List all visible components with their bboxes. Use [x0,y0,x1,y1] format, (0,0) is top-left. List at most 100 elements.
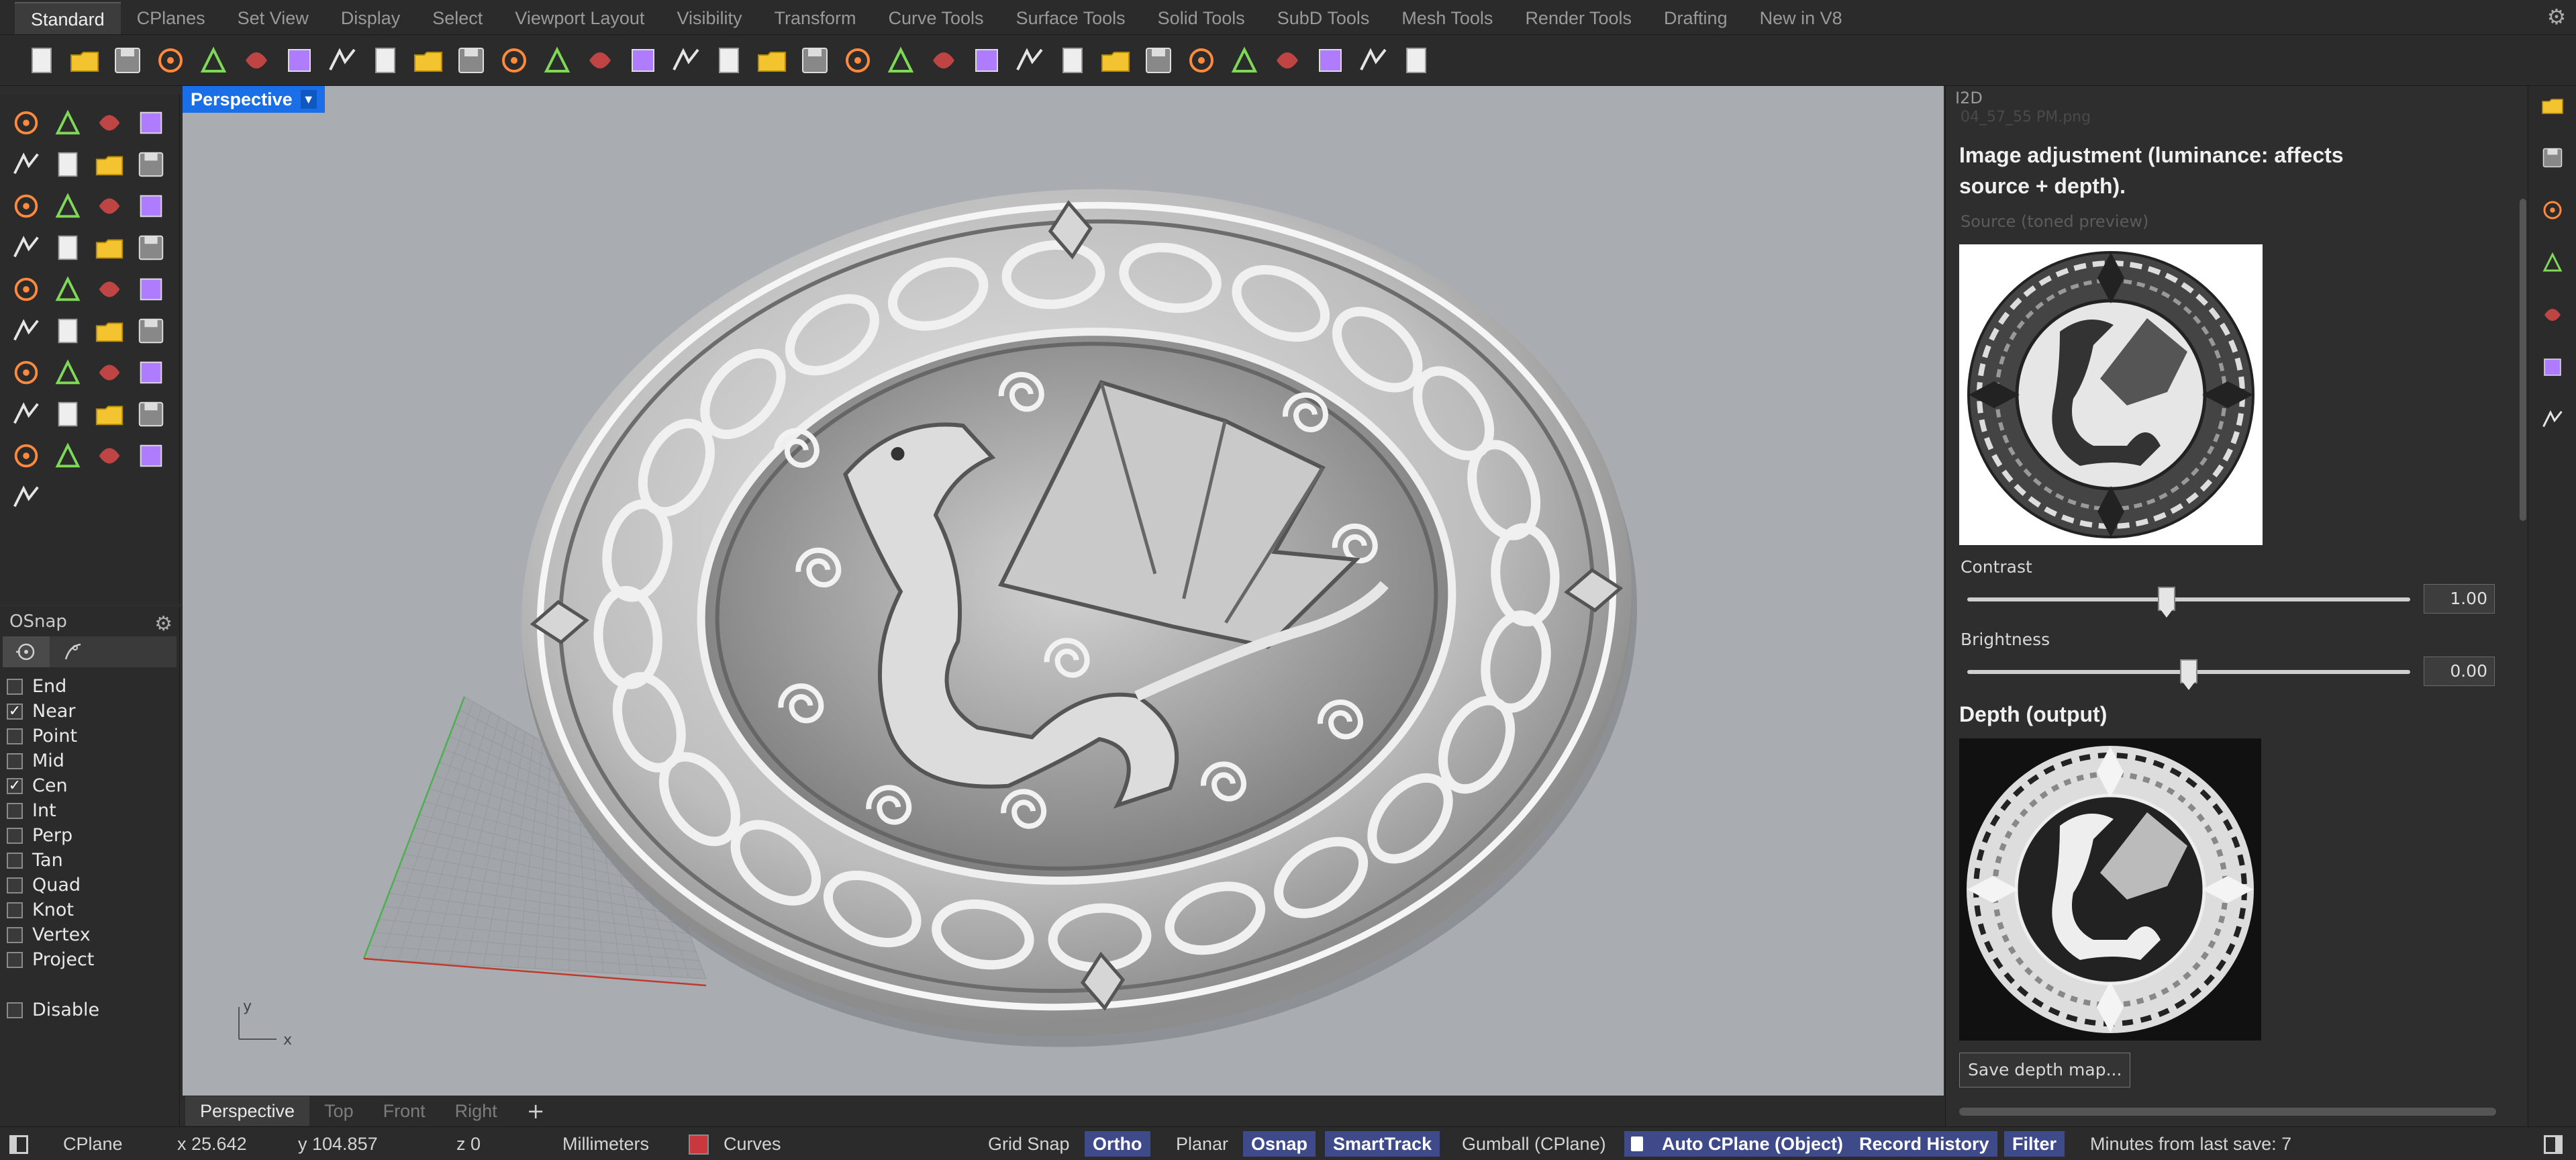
bulb-button[interactable] [924,40,964,81]
sphere-solid-tool[interactable] [47,227,89,269]
globe-button[interactable] [1353,40,1393,81]
osnap-disable[interactable]: Disable [7,998,179,1022]
light-points-button[interactable] [881,40,921,81]
auto-cplane-toggle[interactable]: Auto CPlane (Object) [1624,1131,1852,1157]
brush-button[interactable] [2537,352,2568,383]
osnap-knot[interactable]: Knot [7,898,179,922]
perspective-viewport[interactable]: Perspective ▼ y x [183,86,1944,1096]
checkbox[interactable] [7,902,23,918]
tab-set-view[interactable]: Set View [221,2,325,34]
shell-tool[interactable] [130,435,172,477]
checkbox[interactable] [7,802,23,819]
mesh-plane-tool[interactable] [130,227,172,269]
rectangle-tool[interactable] [130,144,172,185]
checkbox[interactable] [7,678,23,695]
color-wheel-button[interactable] [1052,40,1093,81]
grid-snap-toggle[interactable]: Grid Snap [980,1131,1078,1157]
filter-toggle[interactable]: Filter [2004,1131,2065,1157]
car-object-button[interactable] [752,40,792,81]
copy-button[interactable] [279,40,319,81]
polygon-tool[interactable] [5,185,47,227]
explode-tool[interactable] [5,269,47,310]
paint-bucket-tool[interactable] [5,435,47,477]
array-tool[interactable] [89,352,130,393]
smarttrack-toggle[interactable]: SmartTrack [1325,1131,1440,1157]
toggle-left-panel-icon[interactable] [9,1135,28,1154]
scale-tool[interactable] [47,352,89,393]
checkbox[interactable] [7,827,23,844]
save-button[interactable] [107,40,148,81]
contrast-slider-track[interactable] [1967,587,2410,618]
group-tool[interactable] [47,310,89,352]
zoom-selected-button[interactable] [623,40,663,81]
settings-gear-icon[interactable]: ⚙ [2545,5,2568,28]
extend-tool[interactable] [89,269,130,310]
checkbox[interactable] [7,728,23,744]
join-curve-tool[interactable] [130,310,172,352]
osnap-end[interactable]: End [7,674,179,699]
render-sphere-button[interactable] [1181,40,1222,81]
tab-solid-tools[interactable]: Solid Tools [1142,2,1261,34]
cut-button[interactable] [236,40,277,81]
new-file-button[interactable] [21,40,62,81]
checkmark-tool[interactable] [89,435,130,477]
brightness-value-field[interactable]: 0.00 [2424,657,2495,686]
toggle-right-panel-icon[interactable] [2544,1135,2563,1154]
settings-gear-button[interactable] [2537,90,2568,121]
render-rays-button[interactable] [1224,40,1265,81]
highlighter-tool[interactable] [5,477,47,518]
zoom-extents-button[interactable] [580,40,620,81]
tab-transform[interactable]: Transform [758,2,872,34]
tab-cplanes[interactable]: CPlanes [121,2,221,34]
checkbox[interactable] [7,1002,23,1018]
rebuild-tool[interactable] [89,310,130,352]
checkbox[interactable] [7,753,23,769]
color-wheel-button[interactable] [2537,195,2568,226]
brightness-slider-track[interactable] [1967,659,2410,690]
brightness-slider-thumb[interactable] [2180,659,2197,690]
viewport-tab-top[interactable]: Top [309,1096,368,1126]
osnap-object-snap-tab[interactable] [3,636,50,667]
surface-patch-tool[interactable] [89,185,130,227]
box-solid-tool[interactable] [5,227,47,269]
osnap-mid[interactable]: Mid [7,748,179,773]
panel-vertical-scrollbar[interactable] [2520,199,2526,521]
record-history-toggle[interactable]: Record History [1851,1131,1997,1157]
gumball-toggle[interactable]: Gumball (CPlane) [1454,1131,1614,1157]
dimension-tick-tool[interactable] [47,393,89,435]
surface-loft-tool[interactable] [130,185,172,227]
dimension-button[interactable] [1310,40,1350,81]
checkbox[interactable] [7,951,23,968]
gear-icon[interactable]: ⚙ [154,610,172,639]
fillet-edge-tool[interactable] [130,352,172,393]
lock-button[interactable] [967,40,1007,81]
tab-display[interactable]: Display [325,2,417,34]
viewport-tab-perspective[interactable]: Perspective [185,1096,310,1126]
extrude-tool[interactable] [5,393,47,435]
mesh-grid-tool[interactable] [89,393,130,435]
tab-visibility[interactable]: Visibility [660,2,758,34]
text-tool[interactable] [5,352,47,393]
layers-stack-button[interactable] [2537,142,2568,173]
osnap-quad[interactable]: Quad [7,873,179,898]
snap-target-button[interactable] [838,40,878,81]
tab-curve-tools[interactable]: Curve Tools [872,2,999,34]
contrast-value-field[interactable]: 1.00 [2424,584,2495,614]
checkbox[interactable]: ✓ [7,777,23,794]
point-tool[interactable] [47,102,89,144]
osnap-vertex[interactable]: Vertex [7,922,179,947]
panel-dock-button[interactable] [2537,404,2568,435]
checkbox[interactable]: ✓ [7,703,23,720]
tab-drafting[interactable]: Drafting [1648,2,1744,34]
circle-tool[interactable] [5,144,47,185]
open-folder-button[interactable] [64,40,105,81]
layers-button[interactable] [1009,40,1050,81]
viewport-tab-right[interactable]: Right [440,1096,512,1126]
paste-button[interactable] [322,40,362,81]
help-button[interactable] [1396,40,1436,81]
cplane-button[interactable] [795,40,835,81]
undo-button[interactable] [365,40,405,81]
cylinder-solid-tool[interactable] [89,227,130,269]
tab-new-in-v8[interactable]: New in V8 [1744,2,1859,34]
checkbox[interactable] [7,877,23,893]
